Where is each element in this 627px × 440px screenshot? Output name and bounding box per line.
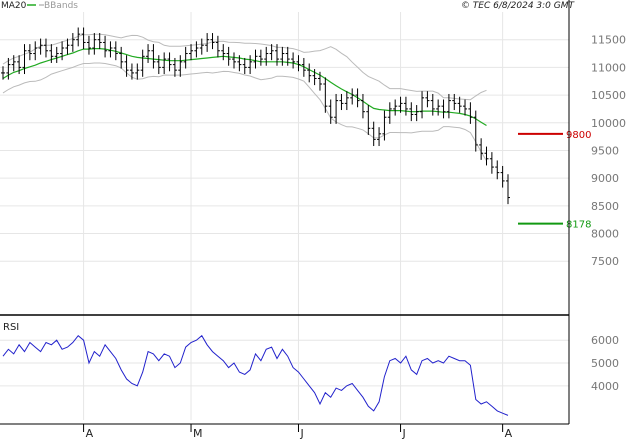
ma20-legend-label: MA20 (1, 1, 27, 11)
copyright-text: © TEC 6/8/2024 3:0 GMT (461, 1, 576, 11)
chart-canvas: 9800 8178 7500 8000 8500 9000 9500 10000 10500 1… (0, 0, 627, 440)
x-tick-label: A (86, 427, 94, 440)
price-y-tick-label: 9500 (591, 144, 619, 157)
price-level-label: 9800 (566, 130, 591, 141)
price-y-tick-label: 11000 (591, 61, 626, 74)
price-y-tick-label: 10000 (591, 117, 626, 130)
x-tick-label: M (193, 427, 203, 440)
chart-background (0, 0, 627, 440)
x-tick-label: J (402, 427, 406, 440)
rsi-y-tick-label: 6000 (591, 334, 619, 347)
bbands-legend-label: BBands (44, 1, 78, 11)
rsi-y-tick-label: 4000 (591, 380, 619, 393)
price-y-tick-label: 8000 (591, 228, 619, 241)
rsi-y-axis: 4000 5000 6000 (591, 334, 619, 393)
x-tick-label: A (505, 427, 513, 440)
x-tick-label: J (299, 427, 303, 440)
price-y-tick-label: 9000 (591, 172, 619, 185)
price-level-label: 8178 (566, 220, 591, 231)
rsi-panel-title: RSI (3, 322, 19, 333)
price-y-tick-label: 11500 (591, 34, 626, 47)
rsi-y-tick-label: 5000 (591, 357, 619, 370)
price-y-tick-label: 10500 (591, 89, 626, 102)
price-y-tick-label: 7500 (591, 255, 619, 268)
price-y-tick-label: 8500 (591, 200, 619, 213)
